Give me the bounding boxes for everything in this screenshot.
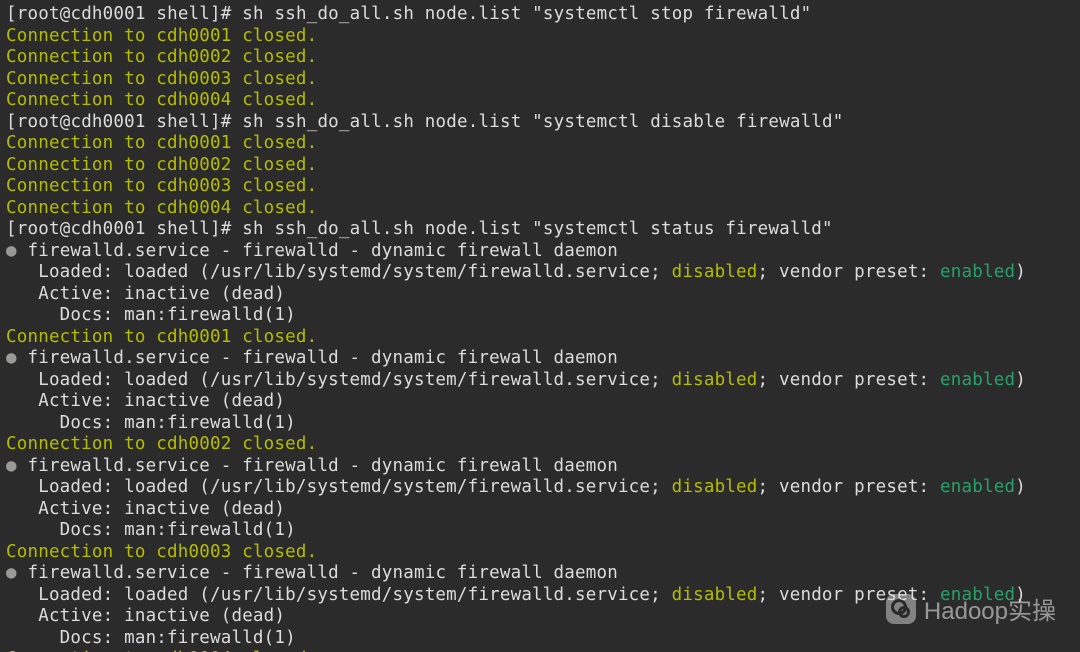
connection-closed: Connection to cdh0001 closed. — [6, 133, 317, 153]
connection-closed: Connection to cdh0002 closed. — [6, 155, 317, 175]
status-loaded: Loaded: loaded (/usr/lib/systemd/system/… — [6, 262, 1026, 282]
status-bullet-icon: ● — [6, 348, 17, 368]
status-bullet-icon: ● — [6, 563, 17, 583]
command-disable: sh ssh_do_all.sh node.list "systemctl di… — [242, 112, 843, 132]
status-docs: Docs: man:firewalld(1) — [6, 305, 296, 325]
status-header: firewalld.service - firewalld - dynamic … — [17, 563, 618, 583]
status-active: Active: inactive (dead) — [6, 499, 285, 519]
connection-closed: Connection to cdh0001 closed. — [6, 327, 317, 347]
status-active: Active: inactive (dead) — [6, 391, 285, 411]
status-loaded: Loaded: loaded (/usr/lib/systemd/system/… — [6, 585, 1026, 605]
command-stop: sh ssh_do_all.sh node.list "systemctl st… — [242, 4, 811, 24]
status-docs: Docs: man:firewalld(1) — [6, 413, 296, 433]
connection-closed: Connection to cdh0003 closed. — [6, 176, 317, 196]
status-loaded: Loaded: loaded (/usr/lib/systemd/system/… — [6, 477, 1026, 497]
status-bullet-icon: ● — [6, 241, 17, 261]
status-header: firewalld.service - firewalld - dynamic … — [17, 241, 618, 261]
command-status: sh ssh_do_all.sh node.list "systemctl st… — [242, 219, 832, 239]
connection-closed: Connection to cdh0003 closed. — [6, 69, 317, 89]
status-header: firewalld.service - firewalld - dynamic … — [17, 348, 618, 368]
prompt-line: [root@cdh0001 shell]# — [6, 112, 242, 132]
status-loaded: Loaded: loaded (/usr/lib/systemd/system/… — [6, 370, 1026, 390]
status-bullet-icon: ● — [6, 456, 17, 476]
status-docs: Docs: man:firewalld(1) — [6, 520, 296, 540]
connection-closed: Connection to cdh0002 closed. — [6, 47, 317, 67]
status-active: Active: inactive (dead) — [6, 606, 285, 626]
connection-closed: Connection to cdh0002 closed. — [6, 434, 317, 454]
prompt-line: [root@cdh0001 shell]# — [6, 219, 242, 239]
connection-closed: Connection to cdh0001 closed. — [6, 26, 317, 46]
connection-closed: Connection to cdh0004 closed. — [6, 198, 317, 218]
connection-closed: Connection to cdh0003 closed. — [6, 542, 317, 562]
status-active: Active: inactive (dead) — [6, 284, 285, 304]
status-docs: Docs: man:firewalld(1) — [6, 628, 296, 648]
prompt-line: [root@cdh0001 shell]# — [6, 4, 242, 24]
terminal-output: [root@cdh0001 shell]# sh ssh_do_all.sh n… — [0, 0, 1080, 652]
connection-closed: Connection to cdh0004 closed. — [6, 90, 317, 110]
status-header: firewalld.service - firewalld - dynamic … — [17, 456, 618, 476]
